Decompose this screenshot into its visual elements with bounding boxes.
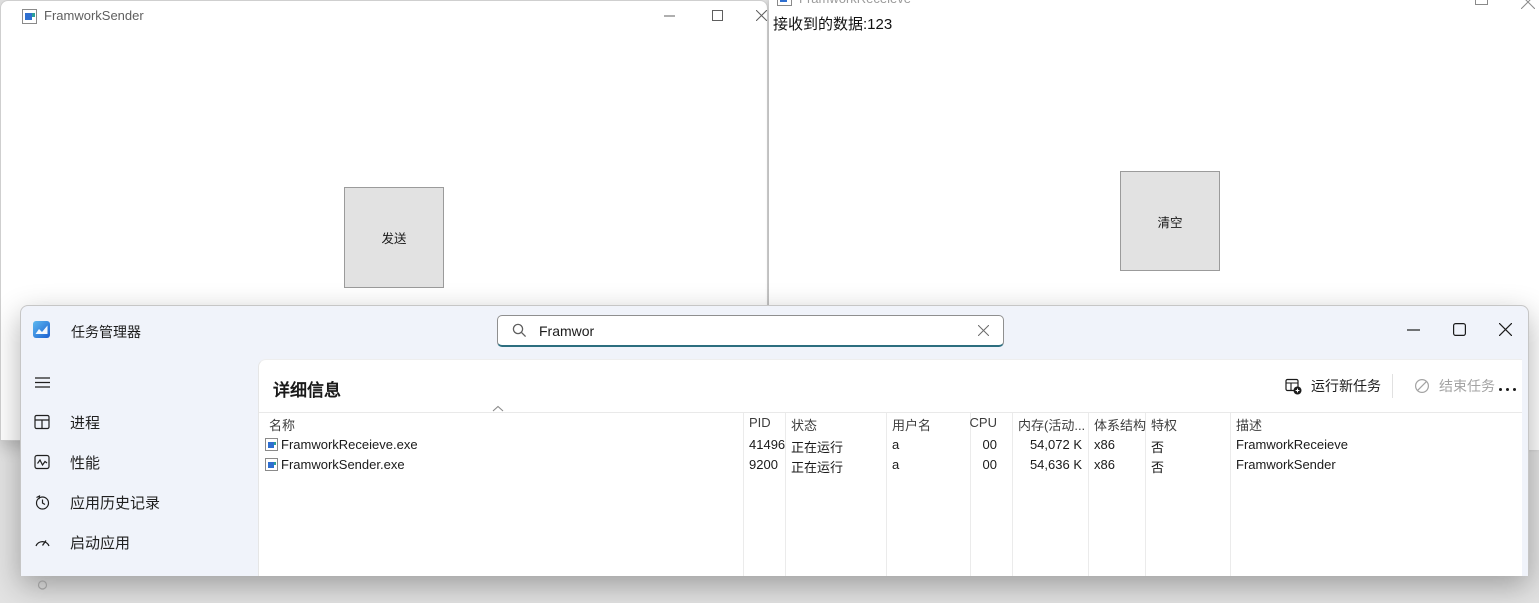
receiver-titlebar[interactable]: FramworkReceieve <box>777 0 1077 9</box>
col-header-cpu[interactable]: CPU <box>949 415 997 430</box>
sort-ascending-icon <box>492 405 504 413</box>
received-data-label: 接收到的数据:123 <box>773 13 892 34</box>
col-header-arch[interactable]: 体系结构 <box>1094 415 1146 434</box>
run-new-task-button[interactable]: 运行新任务 <box>1285 376 1381 396</box>
task-manager-title: 任务管理器 <box>71 322 141 342</box>
sender-window-title: FramworkSender <box>44 8 144 23</box>
search-value: Framwor <box>539 323 978 339</box>
search-input[interactable]: Framwor <box>497 315 1004 347</box>
table-divider <box>259 412 1522 413</box>
sidebar-item-performance[interactable]: 性能 <box>21 445 251 479</box>
col-header-priv[interactable]: 特权 <box>1151 415 1177 434</box>
page-title: 详细信息 <box>273 376 341 401</box>
processes-icon <box>34 414 51 431</box>
sidebar-item-partial[interactable] <box>21 569 251 603</box>
table-row[interactable]: FramworkReceieve.exe 41496 正在运行 a 00 54,… <box>259 435 1522 455</box>
sidebar-item-startup-apps[interactable]: 启动应用 <box>21 525 251 559</box>
clear-button[interactable]: 清空 <box>1120 171 1220 271</box>
search-clear-icon[interactable] <box>978 325 989 336</box>
tm-maximize-button[interactable] <box>1441 314 1477 344</box>
sidebar-menu-toggle[interactable] <box>21 365 251 399</box>
sender-titlebar[interactable]: FramworkSender <box>1 1 767 31</box>
sidebar-item-processes[interactable]: 进程 <box>21 405 251 439</box>
toolbar-divider <box>1392 374 1393 398</box>
receiver-maximize-button[interactable] <box>1475 0 1495 6</box>
performance-icon <box>34 454 51 471</box>
users-icon <box>34 578 51 595</box>
run-new-task-icon <box>1285 378 1302 395</box>
task-manager-logo-icon <box>33 321 50 338</box>
send-button[interactable]: 发送 <box>344 187 444 288</box>
search-icon <box>512 323 527 338</box>
col-header-memory[interactable]: 内存(活动... <box>1018 415 1085 434</box>
table-row[interactable]: FramworkSender.exe 9200 正在运行 a 00 54,636… <box>259 455 1522 475</box>
end-task-icon <box>1414 378 1430 394</box>
process-app-icon <box>265 458 278 471</box>
maximize-button[interactable] <box>701 1 733 29</box>
app-window-icon <box>22 9 37 24</box>
tm-minimize-button[interactable] <box>1395 314 1431 344</box>
receiver-close-button[interactable] <box>1521 0 1539 10</box>
receiver-window-title: FramworkReceieve <box>799 0 911 6</box>
col-header-user[interactable]: 用户名 <box>892 415 931 434</box>
startup-gauge-icon <box>34 534 51 551</box>
process-app-icon <box>265 438 278 451</box>
col-header-pid[interactable]: PID <box>749 415 771 430</box>
col-header-desc[interactable]: 描述 <box>1236 415 1262 434</box>
details-panel: 详细信息 运行新任务 结束任务 <box>258 359 1522 576</box>
col-header-name[interactable]: 名称 <box>269 415 295 434</box>
minimize-button[interactable] <box>653 1 685 29</box>
tm-close-button[interactable] <box>1487 314 1523 344</box>
history-clock-icon <box>34 494 51 511</box>
more-options-button[interactable] <box>1499 388 1516 391</box>
sidebar-item-app-history[interactable]: 应用历史记录 <box>21 485 251 519</box>
col-header-status[interactable]: 状态 <box>791 415 817 434</box>
hamburger-icon <box>34 374 51 391</box>
task-manager-window: 任务管理器 Framwor 进程 性能 <box>20 305 1529 576</box>
end-task-button[interactable]: 结束任务 <box>1414 376 1495 396</box>
